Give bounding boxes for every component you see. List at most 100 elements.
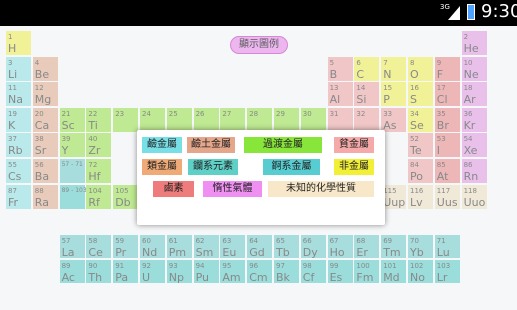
element-cell[interactable]: 13 Al xyxy=(327,82,354,108)
element-cell[interactable]: 116 Lv xyxy=(408,184,434,210)
legend-poor-metal[interactable]: 貧金屬 xyxy=(334,137,374,153)
element-cell[interactable]: 60 Nd xyxy=(140,235,166,259)
legend-halogen[interactable]: 鹵素 xyxy=(153,181,194,197)
element-cell[interactable]: 89 Ac xyxy=(59,259,86,284)
element-cell[interactable]: 35 Br xyxy=(434,107,461,133)
element-cell[interactable]: 39 Y xyxy=(59,133,86,159)
element-cell[interactable]: 98 Cf xyxy=(300,259,327,284)
element-cell[interactable]: 56 Ba xyxy=(32,159,59,184)
element-cell[interactable]: 12 Mg xyxy=(32,82,59,108)
element-cell[interactable]: 38 Sr xyxy=(32,133,59,159)
element-cell[interactable]: 118 Uuo xyxy=(461,184,488,210)
element-symbol: I xyxy=(436,144,441,158)
element-cell[interactable]: 23 xyxy=(113,107,140,133)
element-cell[interactable]: 58 Ce xyxy=(86,235,113,259)
element-cell[interactable]: 55 Cs xyxy=(6,159,32,184)
element-cell[interactable]: 22 Ti xyxy=(86,107,113,133)
element-cell[interactable]: 10 Ne xyxy=(461,56,488,82)
element-cell[interactable]: 90 Th xyxy=(86,259,113,284)
element-cell[interactable]: 104 Rf xyxy=(86,184,113,210)
legend-actinide[interactable]: 錒系金屬 xyxy=(263,159,320,175)
element-cell[interactable]: 70 Yb xyxy=(408,235,434,259)
element-cell[interactable]: 62 Sm xyxy=(193,235,220,259)
legend-transition-metal[interactable]: 過渡金屬 xyxy=(244,137,322,153)
element-cell[interactable]: 19 K xyxy=(6,107,32,133)
element-cell[interactable]: 14 Si xyxy=(354,82,381,108)
element-cell[interactable]: 33 As xyxy=(381,107,408,133)
element-cell[interactable]: 9F xyxy=(434,56,461,82)
element-cell[interactable]: 99 Es xyxy=(327,259,354,284)
element-cell[interactable]: 69 Tm xyxy=(381,235,408,259)
element-cell[interactable]: 101 Md xyxy=(381,259,408,284)
element-cell[interactable]: 100 Fm xyxy=(354,259,381,284)
element-cell[interactable]: 85 At xyxy=(434,159,461,184)
element-cell[interactable]: 3 Li xyxy=(6,56,32,82)
element-cell[interactable]: 68 Er xyxy=(354,235,381,259)
element-cell[interactable]: 20 Ca xyxy=(32,107,59,133)
element-cell[interactable]: 115 Uup xyxy=(381,184,408,210)
legend-lanthanide[interactable]: 鑭系元素 xyxy=(188,159,238,175)
element-cell[interactable]: 117 Uus xyxy=(434,184,461,210)
element-cell[interactable]: 86 Rn xyxy=(461,159,488,184)
legend-unknown-properties[interactable]: 未知的化學性質 xyxy=(268,181,374,197)
element-cell[interactable]: 64 Gd xyxy=(247,235,274,259)
element-symbol: Ne xyxy=(463,67,479,81)
element-cell[interactable]: 61 Pm xyxy=(166,235,193,259)
element-cell[interactable]: 88 Ra xyxy=(32,184,59,210)
element-cell[interactable]: 59 Pr xyxy=(113,235,140,259)
element-cell[interactable]: 65 Tb xyxy=(274,235,300,259)
atomic-number: 36 xyxy=(463,109,473,118)
legend-alkaline-earth-metal[interactable]: 鹼土金屬 xyxy=(187,137,235,153)
element-cell[interactable]: 67 Ho xyxy=(327,235,354,259)
element-cell[interactable]: 34 Se xyxy=(408,107,434,133)
element-cell[interactable]: 4 Be xyxy=(32,56,59,82)
element-cell[interactable]: 57 - 71 xyxy=(59,159,86,184)
show-legend-button[interactable]: 顯示圖例 xyxy=(230,36,288,54)
element-symbol: Db xyxy=(115,195,131,209)
element-cell[interactable]: 102 No xyxy=(408,259,434,284)
element-cell[interactable]: 1H xyxy=(6,31,32,56)
atomic-number: 53 xyxy=(436,135,446,144)
element-cell[interactable]: 16 S xyxy=(408,82,434,108)
element-cell[interactable]: 93 Np xyxy=(166,259,193,284)
element-cell[interactable]: 95 Am xyxy=(220,259,247,284)
element-symbol: Lu xyxy=(436,246,450,259)
element-cell[interactable]: 18 Ar xyxy=(461,82,488,108)
element-symbol: Na xyxy=(8,93,23,107)
element-cell[interactable]: 89 - 103 xyxy=(59,184,87,210)
element-cell[interactable]: 66 Dy xyxy=(300,235,327,259)
element-cell[interactable]: 36 Kr xyxy=(461,107,488,133)
element-cell[interactable]: 5B xyxy=(327,56,354,82)
legend-noble-gas[interactable]: 惰性氣體 xyxy=(203,181,262,197)
legend-alkali-metal[interactable]: 鹼金屬 xyxy=(142,137,182,153)
element-cell[interactable]: 6C xyxy=(354,56,381,82)
legend-metalloid[interactable]: 類金屬 xyxy=(142,159,182,175)
element-cell[interactable]: 91 Pa xyxy=(113,259,140,284)
element-cell[interactable]: 2 He xyxy=(461,31,488,56)
element-cell[interactable]: 94 Pu xyxy=(193,259,220,284)
element-cell[interactable]: 92 U xyxy=(140,259,166,284)
element-cell[interactable]: 37 Rb xyxy=(6,133,32,159)
element-cell[interactable]: 87 Fr xyxy=(6,184,32,210)
legend-nonmetal[interactable]: 非金屬 xyxy=(334,159,374,175)
element-cell[interactable]: 103 Lr xyxy=(434,259,461,284)
element-cell[interactable]: 96 Cm xyxy=(247,259,274,284)
element-cell[interactable]: 97 Bk xyxy=(274,259,300,284)
element-cell[interactable]: 57 La xyxy=(59,235,86,259)
element-cell[interactable]: 21 Sc xyxy=(59,107,86,133)
element-cell[interactable]: 7N xyxy=(381,56,408,82)
element-cell[interactable]: 72 Hf xyxy=(86,159,113,184)
element-cell[interactable]: 54 Xe xyxy=(461,133,488,159)
element-cell[interactable]: 84 Po xyxy=(408,159,434,184)
atomic-number: 13 xyxy=(329,84,339,93)
element-cell[interactable]: 11 Na xyxy=(6,82,32,108)
element-cell[interactable]: 8O xyxy=(408,56,434,82)
element-cell[interactable]: 52 Te xyxy=(408,133,434,159)
element-cell[interactable]: 63 Eu xyxy=(220,235,247,259)
element-cell[interactable]: 71 Lu xyxy=(434,235,461,259)
element-cell[interactable]: 15 P xyxy=(381,82,408,108)
element-cell[interactable]: 17 Cl xyxy=(434,82,461,108)
element-cell[interactable]: 105 Db xyxy=(113,184,140,210)
element-cell[interactable]: 53 I xyxy=(434,133,461,159)
element-cell[interactable]: 40 Zr xyxy=(86,133,113,159)
